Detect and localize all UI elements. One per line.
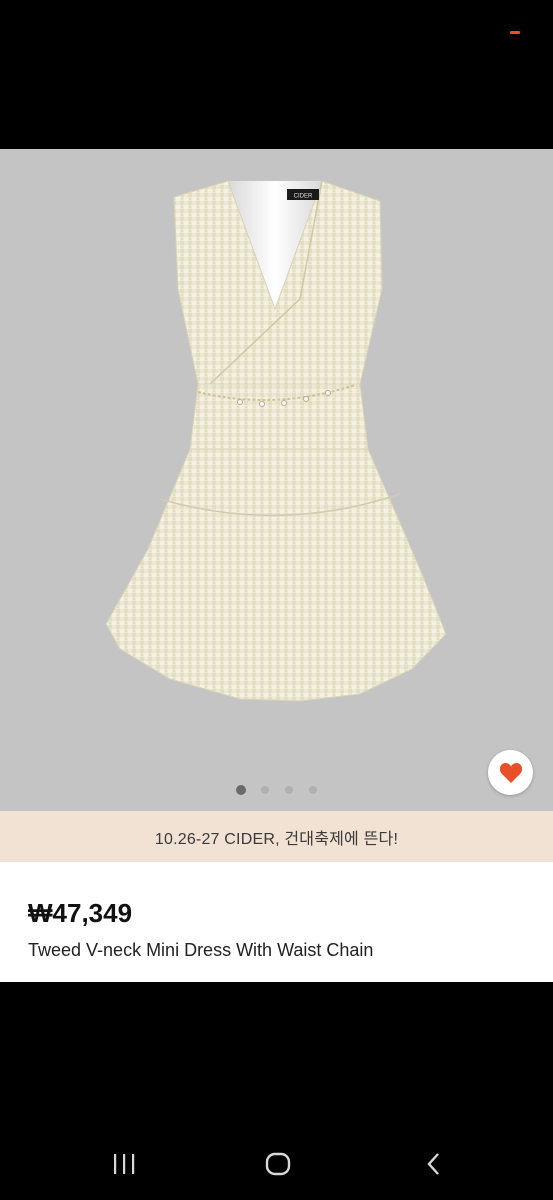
recent-apps-button[interactable] xyxy=(94,1135,154,1193)
product-image: CIDER xyxy=(105,180,447,702)
product-info: ₩47,349 Tweed V-neck Mini Dress With Wai… xyxy=(0,862,553,982)
carousel-dot[interactable] xyxy=(261,786,269,794)
promo-banner[interactable]: 10.26-27 CIDER, 건대축제에 뜬다! xyxy=(0,811,553,862)
notification-indicator xyxy=(510,31,520,34)
carousel-dot[interactable] xyxy=(285,786,293,794)
recent-apps-icon xyxy=(114,1154,135,1174)
top-status-area xyxy=(0,0,553,149)
carousel-dot[interactable] xyxy=(236,785,246,795)
carousel-dot[interactable] xyxy=(309,786,317,794)
product-image-gallery[interactable]: CIDER xyxy=(0,149,553,811)
carousel-indicator xyxy=(0,784,553,796)
svg-text:CIDER: CIDER xyxy=(294,194,313,200)
home-icon xyxy=(265,1152,291,1176)
back-button[interactable] xyxy=(404,1135,464,1193)
system-navigation-bar xyxy=(0,1135,553,1193)
product-name: Tweed V-neck Mini Dress With Waist Chain xyxy=(28,940,374,960)
product-price: ₩47,349 xyxy=(28,898,133,928)
promo-text: 10.26-27 CIDER, 건대축제에 뜬다! xyxy=(154,830,399,848)
home-button[interactable] xyxy=(248,1135,308,1193)
heart-icon xyxy=(499,762,522,783)
back-icon xyxy=(427,1153,439,1175)
